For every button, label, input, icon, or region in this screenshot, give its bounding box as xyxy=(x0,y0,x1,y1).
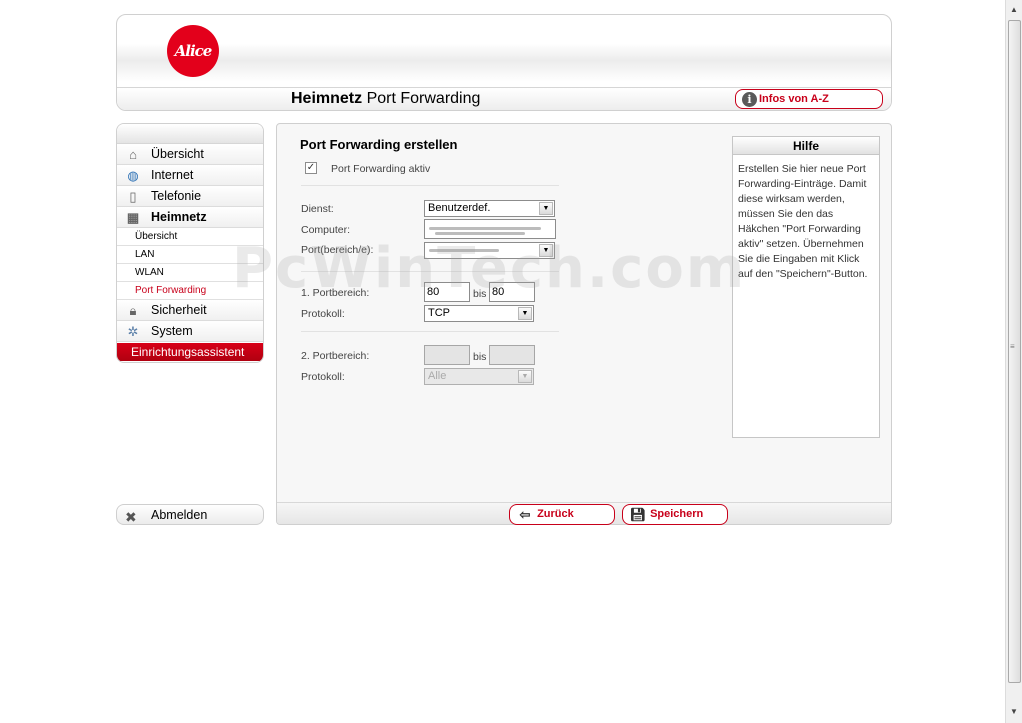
back-button[interactable]: ⇦ Zurück xyxy=(509,504,615,525)
port-forwarding-active-label: Port Forwarding aktiv xyxy=(331,163,431,175)
portbereich-2-from-input[interactable] xyxy=(424,345,470,365)
page-title-section: Heimnetz xyxy=(291,90,363,107)
scroll-down-icon[interactable]: ▼ xyxy=(1008,705,1020,719)
protokoll-1-label: Protokoll: xyxy=(301,308,345,320)
lock-icon: 🔒︎ xyxy=(129,303,137,318)
sidebar-subitem-uebersicht[interactable]: Übersicht xyxy=(117,228,263,246)
chevron-down-icon: ▼ xyxy=(539,202,553,215)
sidebar-item-label: Sicherheit xyxy=(151,303,207,317)
sidebar-subitem-port-forwarding[interactable]: Port Forwarding xyxy=(117,282,263,300)
computer-label: Computer: xyxy=(301,224,351,236)
infos-a-z-button[interactable]: i Infos von A-Z xyxy=(735,89,883,109)
sidebar-item-heimnetz[interactable]: ▦ Heimnetz xyxy=(117,207,263,228)
logout-button[interactable]: ✖ Abmelden xyxy=(116,504,264,525)
page-title-page: Port Forwarding xyxy=(362,90,481,107)
alice-logo[interactable]: Alice xyxy=(167,25,219,77)
ports-label: Port(bereich/e): xyxy=(301,244,374,256)
sidebar-item-einrichtungsassistent[interactable]: Einrichtungsassistent xyxy=(117,343,263,361)
infos-a-z-label: Infos von A-Z xyxy=(759,93,829,105)
floppy-disk-icon: 💾︎ xyxy=(629,507,647,522)
arrow-left-icon: ⇦ xyxy=(519,507,531,522)
portbereich-1-label: 1. Portbereich: xyxy=(301,287,370,299)
divider xyxy=(301,331,559,332)
protokoll-1-select[interactable]: TCP ▼ xyxy=(424,305,534,322)
globe-icon: ◍ xyxy=(127,168,139,183)
portbereich-1-from-input[interactable]: 80 xyxy=(424,282,470,302)
save-button[interactable]: 💾︎ Speichern xyxy=(622,504,728,525)
sidebar-item-label: Telefonie xyxy=(151,189,202,203)
bis-label: bis xyxy=(473,351,487,363)
chevron-down-icon: ▼ xyxy=(518,307,532,320)
port-forwarding-active-checkbox[interactable]: ✓ xyxy=(305,162,317,174)
sidebar-top xyxy=(117,124,263,144)
dienst-label: Dienst: xyxy=(301,203,334,215)
gears-icon: ✲ xyxy=(127,324,139,339)
sidebar: ⌂ Übersicht ◍ Internet ▯ Telefonie ▦ Hei… xyxy=(116,123,264,363)
house-icon: ⌂ xyxy=(129,147,137,162)
redacted-scribble xyxy=(429,227,541,230)
phone-icon: ▯ xyxy=(129,189,137,204)
dienst-value: Benutzerdef. xyxy=(428,202,491,214)
divider xyxy=(301,185,559,186)
main-panel: Port Forwarding erstellen ✓ Port Forward… xyxy=(276,123,892,525)
info-icon: i xyxy=(742,91,757,107)
ports-select[interactable]: ▼ xyxy=(424,242,555,259)
divider xyxy=(301,271,559,272)
sidebar-item-label: Heimnetz xyxy=(151,210,207,224)
sidebar-subitem-wlan[interactable]: WLAN xyxy=(117,264,263,282)
sidebar-subitem-lan[interactable]: LAN xyxy=(117,246,263,264)
sidebar-item-uebersicht[interactable]: ⌂ Übersicht xyxy=(117,144,263,165)
portbereich-2-to-input[interactable] xyxy=(489,345,535,365)
help-text: Erstellen Sie hier neue Port Forwarding-… xyxy=(738,163,868,280)
computer-field[interactable] xyxy=(424,219,556,239)
save-label: Speichern xyxy=(650,508,704,520)
bis-label: bis xyxy=(473,288,487,300)
header: Alice Heimnetz Port Forwarding i Infos vo… xyxy=(116,14,892,111)
vertical-scrollbar[interactable]: ▲ ≡ ▼ xyxy=(1005,0,1022,723)
help-title: Hilfe xyxy=(733,137,879,155)
page-title: Heimnetz Port Forwarding xyxy=(291,90,480,108)
portbereich-2-label: 2. Portbereich: xyxy=(301,350,370,362)
protokoll-1-value: TCP xyxy=(428,307,450,319)
chevron-down-icon: ▼ xyxy=(539,244,553,257)
portbereich-1-to-input[interactable]: 80 xyxy=(489,282,535,302)
sidebar-item-label: Übersicht xyxy=(151,147,204,161)
dienst-select[interactable]: Benutzerdef. ▼ xyxy=(424,200,555,217)
logout-label: Abmelden xyxy=(151,508,208,522)
protokoll-2-value: Alle xyxy=(428,370,447,382)
grip-icon: ≡ xyxy=(1010,342,1015,351)
sidebar-item-system[interactable]: ✲ System xyxy=(117,321,263,342)
network-icon: ▦ xyxy=(126,210,140,225)
sidebar-item-label: System xyxy=(151,324,193,338)
sidebar-item-telefonie[interactable]: ▯ Telefonie xyxy=(117,186,263,207)
back-label: Zurück xyxy=(537,508,574,520)
redacted-scribble xyxy=(435,232,525,235)
redacted-scribble xyxy=(429,249,499,252)
protokoll-2-label: Protokoll: xyxy=(301,371,345,383)
protokoll-2-select[interactable]: Alle ▼ xyxy=(424,368,534,385)
close-x-icon: ✖ xyxy=(125,509,137,525)
sidebar-item-label: Internet xyxy=(151,168,194,182)
chevron-down-icon: ▼ xyxy=(518,370,532,383)
scroll-thumb[interactable] xyxy=(1008,20,1021,683)
help-box: Hilfe Erstellen Sie hier neue Port Forwa… xyxy=(732,136,880,438)
scroll-up-icon[interactable]: ▲ xyxy=(1008,3,1020,17)
sidebar-item-internet[interactable]: ◍ Internet xyxy=(117,165,263,186)
section-title: Port Forwarding erstellen xyxy=(300,137,458,152)
sidebar-item-sicherheit[interactable]: 🔒︎ Sicherheit xyxy=(117,300,263,321)
